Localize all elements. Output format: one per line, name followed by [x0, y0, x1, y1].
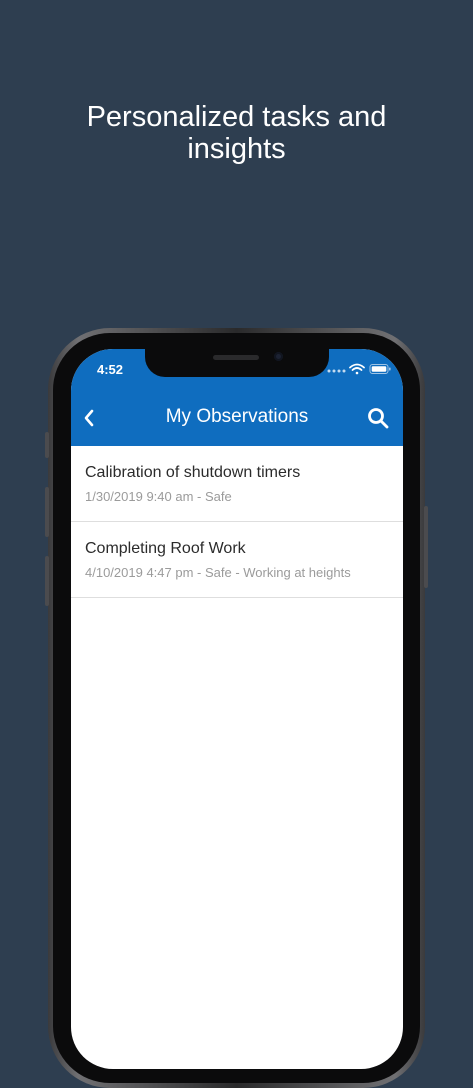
list-item[interactable]: Completing Roof Work 4/10/2019 4:47 pm -…	[71, 522, 403, 598]
observation-details: 1/30/2019 9:40 am - Safe	[85, 489, 232, 504]
observation-title: Calibration of shutdown timers	[85, 464, 301, 481]
phone-power-button	[424, 506, 428, 588]
page-title: My Observations	[165, 406, 309, 427]
promo-headline-line-1: Personalized tasks and	[86, 101, 387, 133]
front-camera	[274, 352, 283, 361]
battery-icon	[369, 364, 391, 374]
search-icon	[368, 408, 389, 429]
observation-details: 4/10/2019 4:47 pm - Safe - Working at he…	[85, 565, 351, 580]
signal-dots-icon	[327, 369, 346, 373]
promo-headline: Personalized tasks and insights	[0, 101, 473, 165]
phone-volume-down-button	[45, 556, 49, 606]
list-item[interactable]: Calibration of shutdown timers 1/30/2019…	[71, 446, 403, 522]
app-header: 4:52 My Observations	[71, 349, 403, 446]
observations-list: Calibration of shutdown timers 1/30/2019…	[71, 446, 403, 598]
wifi-icon	[349, 363, 365, 375]
phone-mute-switch	[45, 432, 49, 458]
status-icons	[327, 363, 391, 375]
search-button[interactable]	[363, 403, 393, 433]
observation-title: Completing Roof Work	[85, 540, 246, 557]
phone-volume-up-button	[45, 487, 49, 537]
promo-headline-line-2: insights	[187, 133, 286, 165]
phone-screen: 4:52 My Observations Calibration of shut…	[71, 349, 403, 1069]
speaker-grille	[213, 355, 259, 360]
phone-notch	[145, 349, 329, 377]
status-time: 4:52	[97, 362, 124, 377]
